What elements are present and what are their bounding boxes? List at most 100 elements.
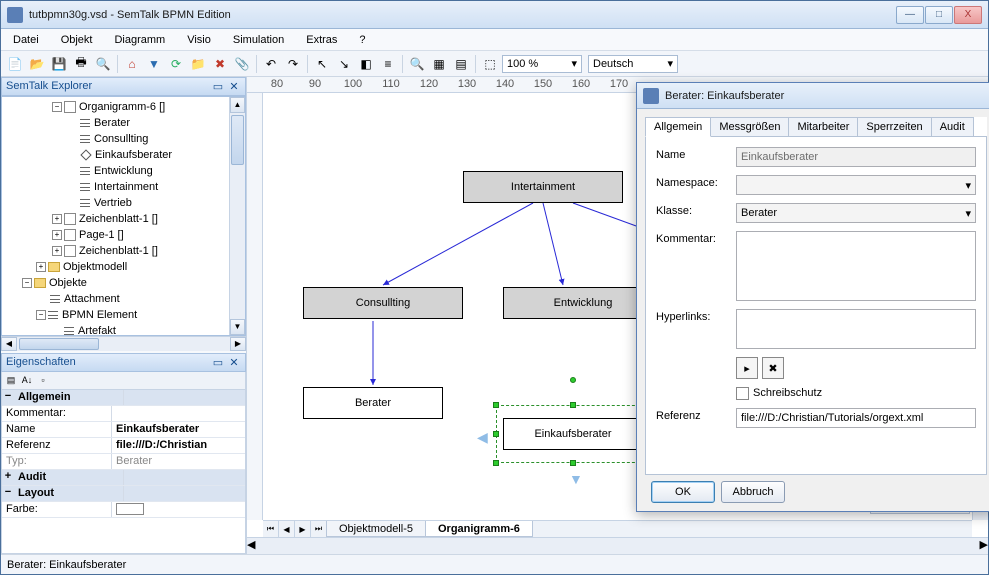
connector-icon[interactable]: ↘ bbox=[334, 54, 354, 74]
tree-objektmodell[interactable]: Objektmodell bbox=[63, 261, 127, 273]
menu-simulation[interactable]: Simulation bbox=[229, 32, 288, 48]
prop-page-icon[interactable]: ▫ bbox=[36, 373, 50, 387]
tab-objektmodell[interactable]: Objektmodell-5 bbox=[326, 521, 426, 537]
canvas-hscroll[interactable]: ◀ ▶ bbox=[247, 537, 988, 554]
minimize-button[interactable]: — bbox=[896, 6, 924, 24]
menu-datei[interactable]: Datei bbox=[9, 32, 43, 48]
explorer-tree[interactable]: −Organigramm-6 [] Berater Consullting Ei… bbox=[1, 96, 246, 336]
tab-messgroessen[interactable]: Messgrößen bbox=[710, 117, 789, 136]
tab-audit[interactable]: Audit bbox=[931, 117, 974, 136]
tree-bpmn-element[interactable]: BPMN Element bbox=[62, 309, 137, 321]
prop-name-value[interactable]: Einkaufsberater bbox=[112, 422, 245, 437]
dlg-klasse-combo[interactable]: Berater▾ bbox=[736, 203, 976, 223]
tab-allgemein[interactable]: Allgemein bbox=[645, 117, 711, 137]
ok-button[interactable]: OK bbox=[651, 481, 715, 503]
align-icon[interactable]: ≡ bbox=[378, 54, 398, 74]
save-icon[interactable]: 💾 bbox=[49, 54, 69, 74]
tree-hscroll[interactable]: ◀ ▶ bbox=[1, 336, 246, 351]
tree-artefakt[interactable]: Artefakt bbox=[78, 325, 116, 336]
tab-organigramm[interactable]: Organigramm-6 bbox=[425, 521, 533, 537]
shapes-icon[interactable]: ◧ bbox=[356, 54, 376, 74]
dlg-hyperlinks-list[interactable] bbox=[736, 309, 976, 349]
org-box-consulting[interactable]: Consullting bbox=[303, 287, 463, 319]
prop-cat-icon[interactable]: ▤ bbox=[4, 373, 18, 387]
dlg-hyperlink-add-button[interactable]: ▸ bbox=[736, 357, 758, 379]
dialog-icon bbox=[643, 88, 659, 104]
tree-attachment[interactable]: Attachment bbox=[64, 293, 120, 305]
properties-dialog: Berater: Einkaufsberater Allgemein Messg… bbox=[636, 82, 989, 512]
tree-vscroll[interactable]: ▲ ▼ bbox=[229, 97, 245, 335]
dlg-hyperlink-remove-button[interactable]: ✖ bbox=[762, 357, 784, 379]
menu-visio[interactable]: Visio bbox=[183, 32, 215, 48]
menu-objekt[interactable]: Objekt bbox=[57, 32, 97, 48]
properties-close-icon[interactable]: ✕ bbox=[227, 355, 241, 369]
db-icon[interactable]: ⌂ bbox=[122, 54, 142, 74]
page-prev-icon[interactable]: ◀ bbox=[279, 521, 295, 537]
attach-icon[interactable]: 📎 bbox=[232, 54, 252, 74]
prop-name-label: Name bbox=[2, 422, 112, 437]
menu-help[interactable]: ? bbox=[355, 32, 369, 48]
language-combo[interactable]: Deutsch▾ bbox=[588, 55, 678, 73]
abbruch-button[interactable]: Abbruch bbox=[721, 481, 785, 503]
refresh-icon[interactable]: ⟳ bbox=[166, 54, 186, 74]
tree-entwicklung[interactable]: Entwicklung bbox=[94, 165, 153, 177]
layers-icon[interactable]: ⬚ bbox=[480, 54, 500, 74]
print-icon[interactable]: 🖶 bbox=[71, 54, 91, 74]
prop-group-layout[interactable]: Layout bbox=[14, 486, 124, 501]
delete-icon[interactable]: ✖ bbox=[210, 54, 230, 74]
tree-zeichenblatt1b[interactable]: Zeichenblatt-1 [] bbox=[79, 245, 158, 257]
prop-kommentar-value[interactable] bbox=[112, 406, 245, 421]
page-next-icon[interactable]: ▶ bbox=[295, 521, 311, 537]
zoom-icon[interactable]: 🔍 bbox=[407, 54, 427, 74]
tree-vertrieb[interactable]: Vertrieb bbox=[94, 197, 132, 209]
tree-page1[interactable]: Page-1 [] bbox=[79, 229, 124, 241]
open-icon[interactable]: 📂 bbox=[27, 54, 47, 74]
selection-box[interactable] bbox=[496, 405, 650, 463]
org-box-berater[interactable]: Berater bbox=[303, 387, 443, 419]
properties-grid[interactable]: −Allgemein Kommentar: NameEinkaufsberate… bbox=[1, 390, 246, 555]
preview-icon[interactable]: 🔍 bbox=[93, 54, 113, 74]
filter-icon[interactable]: ▼ bbox=[144, 54, 164, 74]
properties-pin-icon[interactable]: ▭ bbox=[211, 355, 225, 369]
dlg-kommentar-textarea[interactable] bbox=[736, 231, 976, 301]
org-box-intertainment[interactable]: Intertainment bbox=[463, 171, 623, 203]
tree-consulting[interactable]: Consullting bbox=[94, 133, 148, 145]
close-button[interactable]: X bbox=[954, 6, 982, 24]
grid2-icon[interactable]: ▤ bbox=[451, 54, 471, 74]
pointer-icon[interactable]: ↖ bbox=[312, 54, 332, 74]
page-last-icon[interactable]: ⏭ bbox=[311, 521, 327, 537]
undo-icon[interactable]: ↶ bbox=[261, 54, 281, 74]
explorer-pin-icon[interactable]: ▭ bbox=[211, 79, 225, 93]
grid-icon[interactable]: ▦ bbox=[429, 54, 449, 74]
menu-diagramm[interactable]: Diagramm bbox=[110, 32, 169, 48]
prop-group-allgemein[interactable]: Allgemein bbox=[14, 390, 124, 405]
autoconnect-down-icon[interactable]: ▼ bbox=[569, 471, 583, 487]
tab-sperrzeiten[interactable]: Sperrzeiten bbox=[857, 117, 931, 136]
tree-organigramm[interactable]: Organigramm-6 [] bbox=[79, 101, 165, 113]
prop-group-audit[interactable]: Audit bbox=[14, 470, 124, 485]
autoconnect-left-icon[interactable]: ◀ bbox=[477, 429, 488, 446]
explorer-close-icon[interactable]: ✕ bbox=[227, 79, 241, 93]
tree-berater[interactable]: Berater bbox=[94, 117, 130, 129]
tree-einkaufsberater[interactable]: Einkaufsberater bbox=[95, 149, 172, 161]
prop-sort-icon[interactable]: A↓ bbox=[20, 373, 34, 387]
redo-icon[interactable]: ↷ bbox=[283, 54, 303, 74]
maximize-button[interactable]: □ bbox=[925, 6, 953, 24]
menu-extras[interactable]: Extras bbox=[302, 32, 341, 48]
dlg-namespace-combo[interactable]: ▾ bbox=[736, 175, 976, 195]
app-icon bbox=[7, 7, 23, 23]
tab-mitarbeiter[interactable]: Mitarbeiter bbox=[788, 117, 858, 136]
tree-intertainment[interactable]: Intertainment bbox=[94, 181, 158, 193]
zoom-combo[interactable]: 100 %▾ bbox=[502, 55, 582, 73]
dlg-schreibschutz-checkbox[interactable] bbox=[736, 387, 749, 400]
folder-icon[interactable]: 📁 bbox=[188, 54, 208, 74]
tree-objekte[interactable]: Objekte bbox=[49, 277, 87, 289]
new-icon[interactable]: 📄 bbox=[5, 54, 25, 74]
explorer-header: SemTalk Explorer ▭ ✕ bbox=[1, 77, 246, 96]
tree-zeichenblatt1[interactable]: Zeichenblatt-1 [] bbox=[79, 213, 158, 225]
dlg-referenz-input[interactable]: file:///D:/Christian/Tutorials/orgext.xm… bbox=[736, 408, 976, 428]
dlg-name-input[interactable]: Einkaufsberater bbox=[736, 147, 976, 167]
page-first-icon[interactable]: ⏮ bbox=[263, 521, 279, 537]
prop-referenz-value[interactable]: file:///D:/Christian bbox=[112, 438, 245, 453]
prop-farbe-value[interactable] bbox=[112, 502, 245, 517]
